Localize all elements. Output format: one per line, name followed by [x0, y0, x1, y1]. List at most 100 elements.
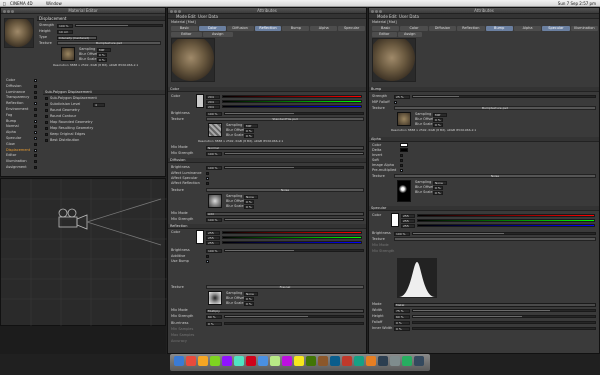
spec-falloff-slider[interactable]	[412, 321, 596, 324]
dock-app-icon[interactable]	[390, 356, 400, 366]
color-texture-thumb[interactable]	[208, 123, 222, 137]
channel-item[interactable]: Editor	[3, 153, 39, 158]
spec-g-field[interactable]: 255	[401, 218, 415, 223]
mixstrength-field[interactable]: 60 %	[206, 314, 222, 319]
dock-app-icon[interactable]	[186, 356, 196, 366]
subpoly-checkbox[interactable]	[45, 127, 48, 130]
channel-checkbox[interactable]	[34, 154, 37, 158]
affect-spec-checkbox[interactable]	[206, 177, 209, 180]
bump-strength-field[interactable]: 25 %	[394, 94, 410, 99]
tab[interactable]: Basic	[171, 26, 198, 31]
channel-checkbox[interactable]	[34, 119, 37, 123]
bump-texture-thumb[interactable]	[397, 112, 411, 126]
brightness-field[interactable]: 100 %	[206, 111, 222, 116]
mixstrength-field[interactable]: 100 %	[206, 151, 222, 156]
dock-app-icon[interactable]	[270, 356, 280, 366]
channel-checkbox[interactable]	[34, 131, 37, 135]
channel-item[interactable]: Transparency	[3, 95, 39, 100]
alpha-color-swatch[interactable]	[400, 143, 408, 147]
dock-app-icon[interactable]	[294, 356, 304, 366]
dock-app-icon[interactable]	[318, 356, 328, 366]
channel-item[interactable]: Bump	[3, 119, 39, 124]
mode-menu[interactable]: Mode	[377, 14, 388, 19]
channel-item[interactable]: Reflection	[3, 101, 39, 106]
blur-scale-field[interactable]: 0 %	[433, 190, 443, 195]
dock-app-icon[interactable]	[378, 356, 388, 366]
channel-item[interactable]: Illumination	[3, 159, 39, 164]
blur-scale-field[interactable]: 0 %	[244, 204, 254, 209]
dock-app-icon[interactable]	[210, 356, 220, 366]
sampling-dropdown[interactable]: None	[244, 291, 258, 296]
spec-inner-width-field[interactable]: 0 %	[394, 326, 410, 331]
channel-item[interactable]: Assignment	[3, 165, 39, 170]
spec-width-field[interactable]: 75 %	[394, 308, 410, 313]
spec-texture-button[interactable]	[394, 237, 596, 241]
spec-r-field[interactable]: 255	[401, 213, 415, 218]
userdata-menu[interactable]: User Data	[399, 14, 419, 19]
refl-g-slider[interactable]	[222, 236, 362, 239]
color-texture-button[interactable]: StandardTile.psd	[206, 117, 364, 121]
channel-item[interactable]: Diffusion	[3, 84, 39, 89]
channel-checkbox[interactable]	[34, 142, 37, 146]
dock-app-icon[interactable]	[258, 356, 268, 366]
subpoly-checkbox[interactable]	[45, 97, 48, 100]
mixmode-dropdown[interactable]: Add	[206, 211, 364, 216]
strength-field[interactable]: 100 %	[57, 23, 73, 28]
alpha-noise-thumb[interactable]	[397, 180, 411, 202]
spec-color-swatch[interactable]	[391, 213, 399, 227]
refl-color-swatch[interactable]	[196, 230, 204, 244]
tab[interactable]: Illumination	[570, 26, 598, 31]
brightness-slider[interactable]	[224, 112, 364, 115]
sampling-dropdown[interactable]: MIP	[433, 112, 447, 117]
noise-thumb[interactable]	[208, 194, 222, 208]
dock-app-icon[interactable]	[282, 356, 292, 366]
spec-b-slider[interactable]	[417, 224, 595, 227]
spec-mode-dropdown[interactable]: Metal	[394, 302, 596, 307]
tab[interactable]: Editor	[372, 32, 397, 37]
height-field[interactable]: 10 cm	[57, 29, 73, 34]
tab[interactable]: Reflection	[457, 26, 485, 31]
blur-offset-field[interactable]: 0 %	[433, 117, 443, 122]
spec-g-slider[interactable]	[417, 219, 595, 222]
type-dropdown[interactable]: Intensity (Centered)	[57, 35, 97, 40]
mixstrength-field[interactable]: 100 %	[206, 217, 222, 222]
blur-offset-field[interactable]: 0 %	[244, 128, 254, 133]
dock-app-icon[interactable]	[330, 356, 340, 366]
tab[interactable]: Alpha	[513, 26, 542, 31]
refl-b-slider[interactable]	[222, 241, 362, 244]
diff-brightness-field[interactable]: 100 %	[206, 165, 222, 170]
channel-item[interactable]: Alpha	[3, 130, 39, 135]
channel-item[interactable]: Glow	[3, 142, 39, 147]
mip-falloff-checkbox[interactable]	[394, 101, 397, 104]
image-alpha-checkbox[interactable]	[400, 164, 403, 167]
tab[interactable]: Specular	[542, 26, 570, 31]
subpoly-checkbox[interactable]	[45, 115, 48, 118]
apple-icon[interactable]: 	[3, 1, 5, 6]
sampling-dropdown[interactable]: MIP	[244, 123, 258, 128]
tab[interactable]: Diffusion	[226, 26, 254, 31]
channel-checkbox[interactable]	[34, 96, 37, 100]
diff-texture-button[interactable]: Noise	[206, 188, 364, 192]
spec-r-slider[interactable]	[417, 214, 595, 217]
subpoly-checkbox[interactable]	[45, 109, 48, 112]
blur-scale-field[interactable]: 0 %	[244, 133, 254, 138]
window-controls[interactable]	[3, 9, 15, 15]
texture-thumbnail[interactable]	[61, 47, 75, 61]
channel-item[interactable]: Fog	[3, 113, 39, 118]
dock-app-icon[interactable]	[354, 356, 364, 366]
channel-item[interactable]: Color	[3, 78, 39, 83]
mixmode-dropdown[interactable]: Normal	[206, 145, 364, 150]
blur-offset-field[interactable]: 0 %	[433, 185, 443, 190]
invert-checkbox[interactable]	[400, 154, 403, 157]
tab[interactable]: Editor	[171, 32, 202, 37]
tab[interactable]: Reflection	[254, 26, 282, 31]
edit-menu[interactable]: Edit	[389, 14, 397, 19]
blur-scale-field[interactable]: 0 %	[244, 301, 254, 306]
refl-brightness-field[interactable]: 100 %	[206, 248, 222, 253]
spec-width-slider[interactable]	[412, 309, 596, 312]
spec-brightness-slider[interactable]	[412, 232, 596, 235]
edit-menu[interactable]: Edit	[188, 14, 196, 19]
refl-b-field[interactable]: 255	[206, 240, 220, 245]
blurriness-field[interactable]: 0 %	[206, 321, 222, 326]
spec-inner-width-slider[interactable]	[412, 327, 596, 330]
